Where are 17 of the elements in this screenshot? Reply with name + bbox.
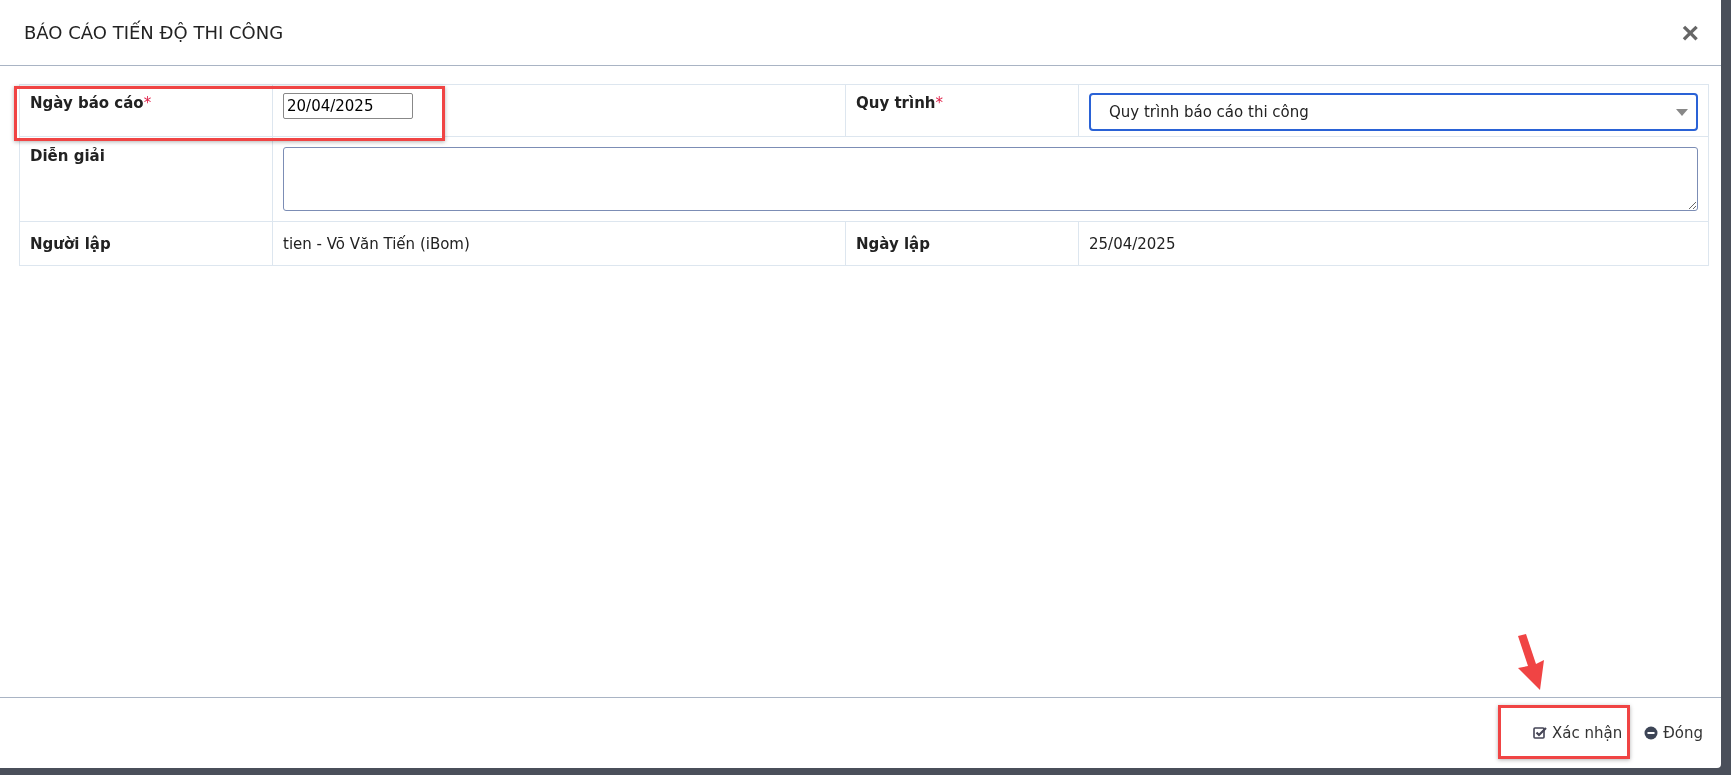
checkbox-icon xyxy=(1532,726,1547,740)
close-button[interactable]: × xyxy=(1677,17,1703,48)
description-field[interactable] xyxy=(283,147,1698,211)
confirm-button[interactable]: Xác nhận xyxy=(1526,718,1629,748)
dialog-title: BÁO CÁO TIẾN ĐỘ THI CÔNG xyxy=(24,22,284,43)
date-input[interactable]: 20/04/2025 xyxy=(283,93,413,119)
process-select[interactable]: Quy trình báo cáo thi công xyxy=(1089,93,1698,131)
caret-icon xyxy=(1676,108,1688,116)
field-label: Người lập xyxy=(30,234,111,253)
minus-circle-icon xyxy=(1644,726,1659,740)
field-label: Quy trình* xyxy=(856,94,943,112)
field-label: Ngày báo cáo* xyxy=(30,94,152,112)
field-label: Ngày lập xyxy=(856,234,930,253)
creator-value: tien - Võ Văn Tiến (iBom) xyxy=(283,234,470,253)
field-label: Diễn giải xyxy=(30,147,105,165)
created-date-value: 25/04/2025 xyxy=(1089,234,1176,253)
close-dialog-button[interactable]: Đóng xyxy=(1638,718,1709,748)
